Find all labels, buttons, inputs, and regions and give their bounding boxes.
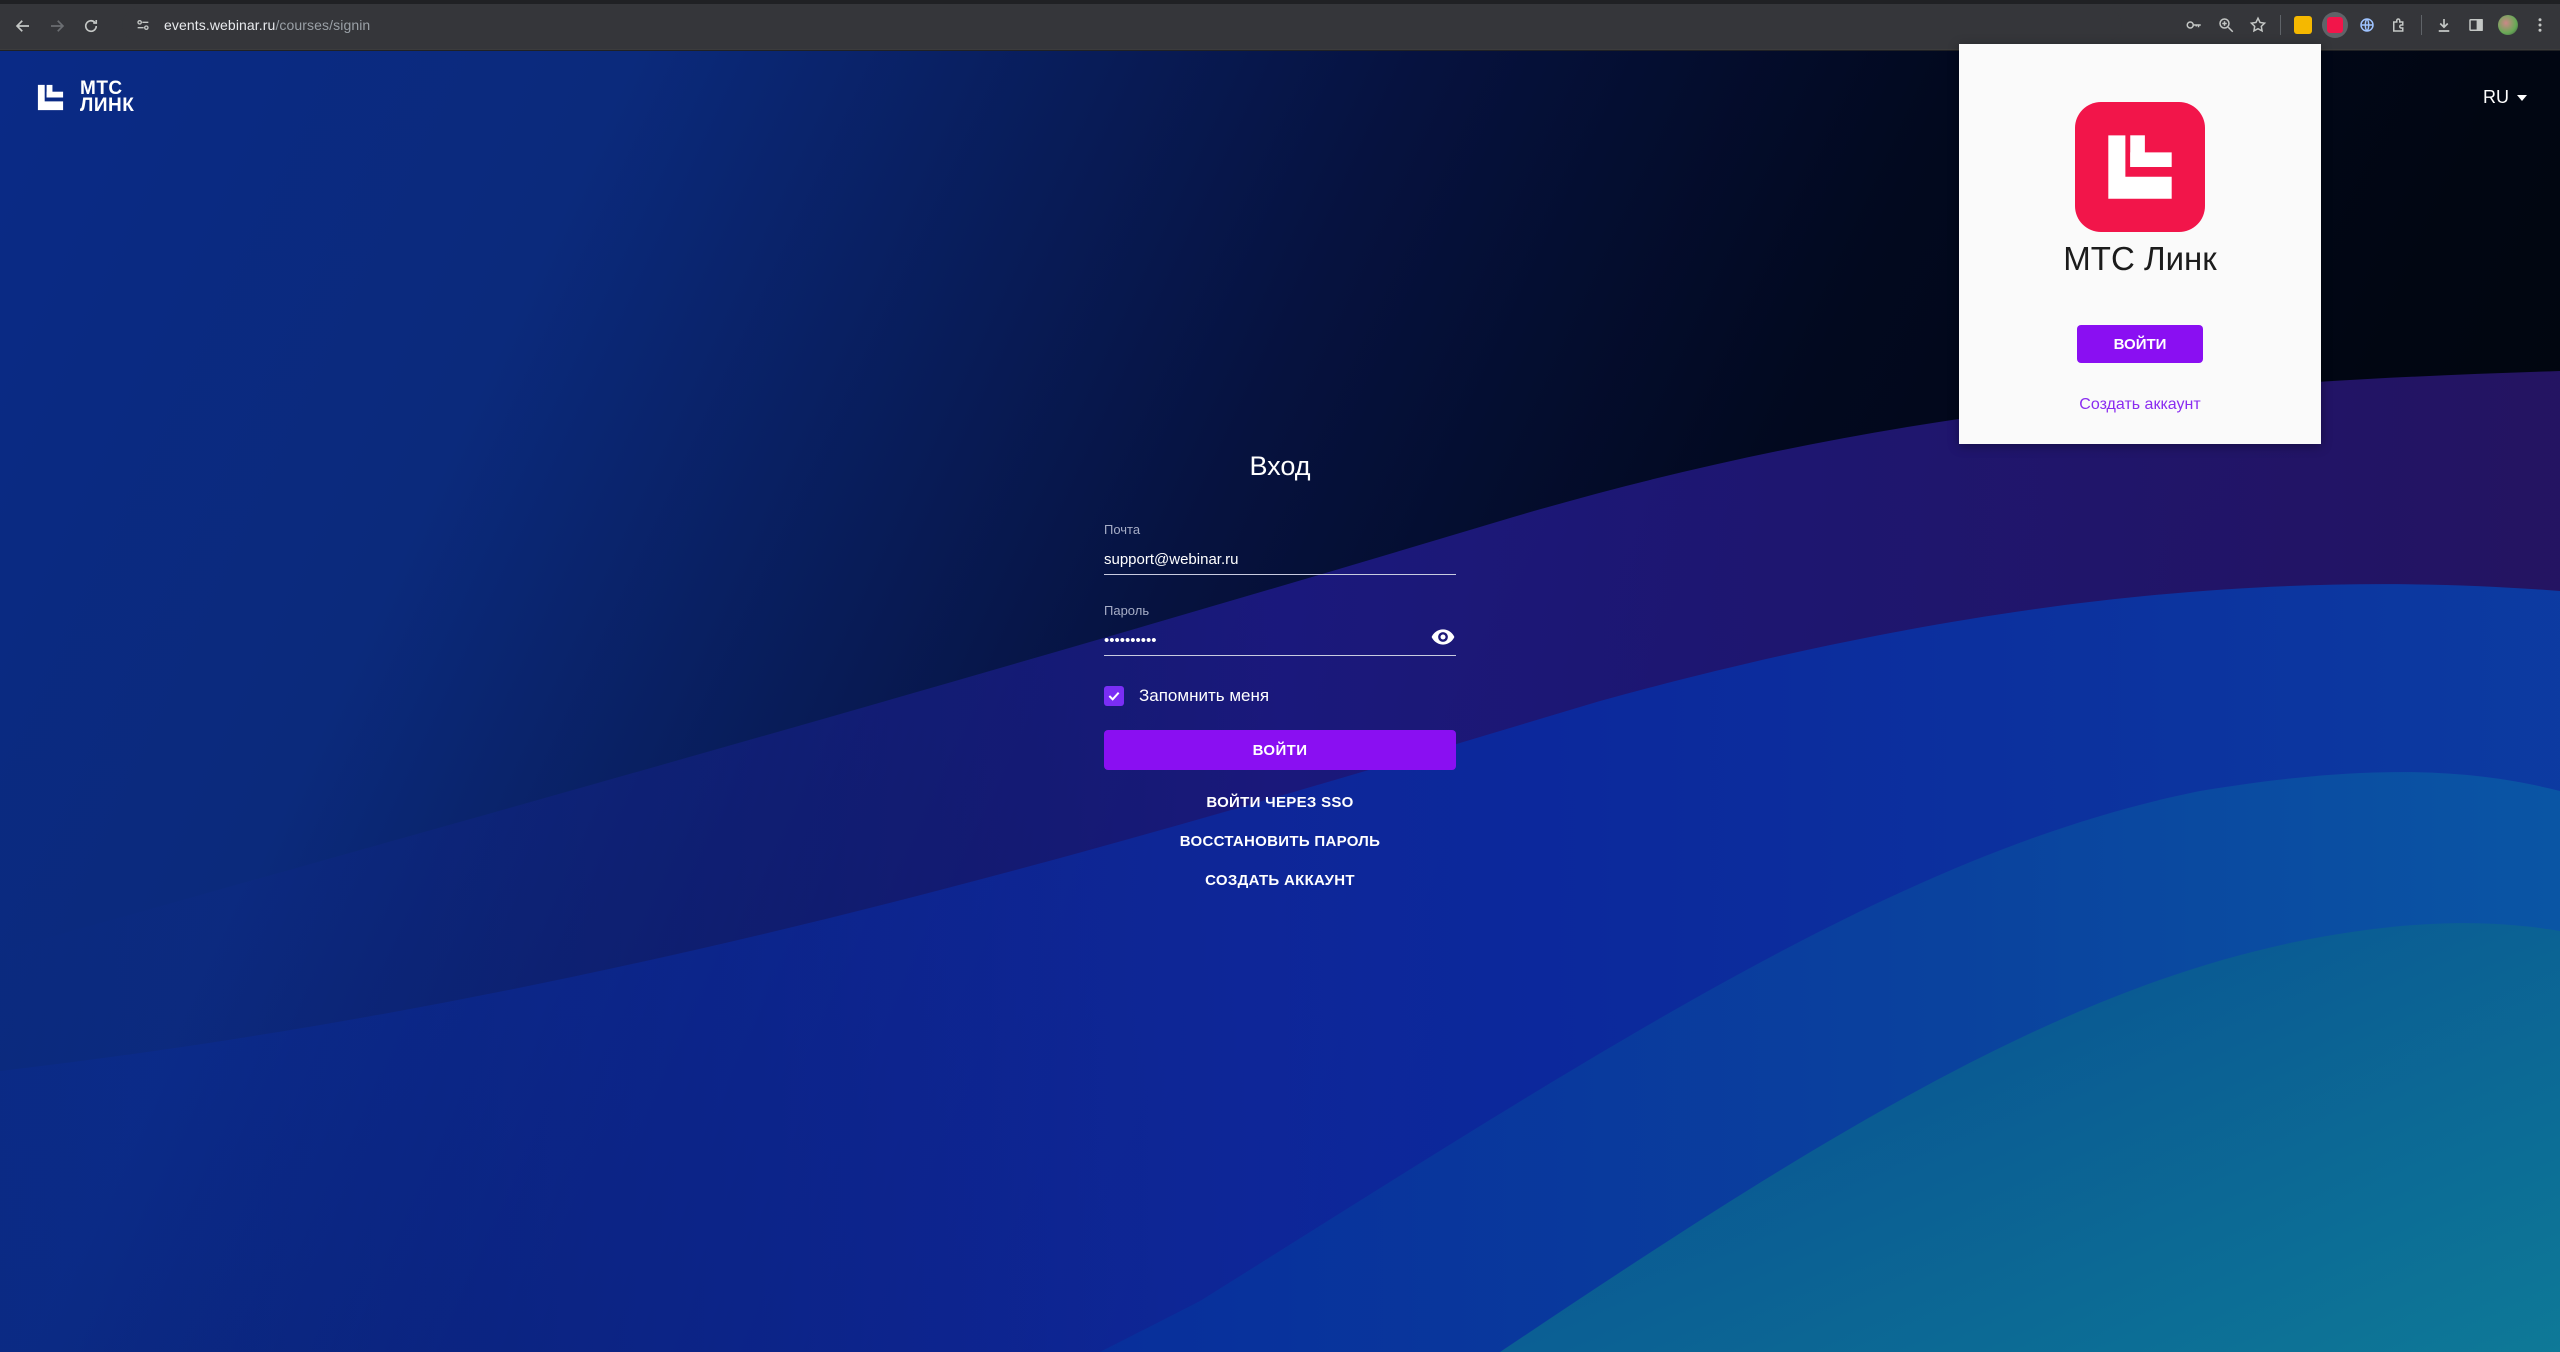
extension-popup: МТС Линк ВОЙТИ Создать аккаунт bbox=[1959, 44, 2321, 444]
recover-password-button[interactable]: ВОССТАНОВИТЬ ПАРОЛЬ bbox=[1104, 833, 1456, 850]
language-label: RU bbox=[2483, 87, 2509, 107]
bookmark-star-icon[interactable] bbox=[2242, 9, 2274, 41]
zoom-icon[interactable] bbox=[2210, 9, 2242, 41]
mts-link-extension-icon[interactable] bbox=[2319, 9, 2351, 41]
yellow-extension-icon[interactable] bbox=[2287, 9, 2319, 41]
profile-avatar-icon[interactable] bbox=[2492, 9, 2524, 41]
url-text: events.webinar.ru/courses/signin bbox=[164, 17, 370, 33]
sso-login-button[interactable]: ВОЙТИ ЧЕРЕЗ SSO bbox=[1104, 794, 1456, 811]
extensions-puzzle-icon[interactable] bbox=[2383, 9, 2415, 41]
mts-link-logo-icon bbox=[37, 84, 64, 110]
mts-link-logo[interactable]: МТС ЛИНК bbox=[35, 79, 135, 116]
popup-title: МТС Линк bbox=[2063, 240, 2217, 277]
download-icon[interactable] bbox=[2428, 9, 2460, 41]
caret-down-icon bbox=[2517, 94, 2527, 101]
password-field-group: Пароль bbox=[1104, 603, 1456, 656]
logo-line-2: ЛИНК bbox=[80, 95, 135, 116]
mts-link-logo-icon bbox=[2108, 135, 2172, 199]
popup-login-button[interactable]: ВОЙТИ bbox=[2077, 325, 2203, 363]
password-label: Пароль bbox=[1104, 603, 1150, 618]
popup-create-account-link[interactable]: Создать аккаунт bbox=[1959, 396, 2321, 414]
site-settings-icon[interactable] bbox=[132, 14, 154, 36]
mts-link-app-icon bbox=[2075, 102, 2205, 232]
language-selector[interactable]: RU bbox=[2483, 87, 2527, 108]
show-password-eye-icon[interactable] bbox=[1430, 624, 1456, 650]
forward-arrow-icon[interactable] bbox=[40, 9, 74, 43]
email-field-group: Почта bbox=[1104, 522, 1456, 575]
page-title: Вход bbox=[1249, 451, 1311, 481]
back-arrow-icon[interactable] bbox=[6, 9, 40, 43]
remember-me-label[interactable]: Запомнить меня bbox=[1139, 686, 1269, 706]
tab-strip bbox=[0, 0, 2560, 4]
signin-form: Вход Почта Пароль Запомнить меня ВОЙТИ В… bbox=[1104, 451, 1456, 889]
reload-icon[interactable] bbox=[74, 9, 108, 43]
email-label: Почта bbox=[1104, 522, 1141, 537]
menu-kebab-icon[interactable] bbox=[2524, 9, 2556, 41]
toolbar-divider bbox=[2421, 15, 2422, 35]
url-path: /courses/signin bbox=[275, 17, 371, 33]
password-field[interactable] bbox=[1104, 626, 1456, 656]
create-account-button[interactable]: СОЗДАТЬ АККАУНТ bbox=[1104, 872, 1456, 889]
toolbar-actions bbox=[2178, 9, 2560, 41]
address-bar[interactable]: events.webinar.ru/courses/signin bbox=[122, 9, 2122, 41]
key-icon[interactable] bbox=[2178, 9, 2210, 41]
email-field[interactable] bbox=[1104, 545, 1456, 575]
browser-toolbar: events.webinar.ru/courses/signin bbox=[0, 0, 2560, 50]
logo-wordmark: МТС ЛИНК bbox=[80, 79, 135, 116]
url-host: events.webinar.ru bbox=[164, 17, 276, 33]
checkmark-icon bbox=[1108, 691, 1120, 701]
side-panel-icon[interactable] bbox=[2460, 9, 2492, 41]
login-button[interactable]: ВОЙТИ bbox=[1104, 730, 1456, 770]
toolbar-divider bbox=[2280, 15, 2281, 35]
remember-me-checkbox[interactable] bbox=[1104, 686, 1124, 706]
globe-extension-icon[interactable] bbox=[2351, 9, 2383, 41]
remember-me-row: Запомнить меня bbox=[1104, 686, 1456, 706]
